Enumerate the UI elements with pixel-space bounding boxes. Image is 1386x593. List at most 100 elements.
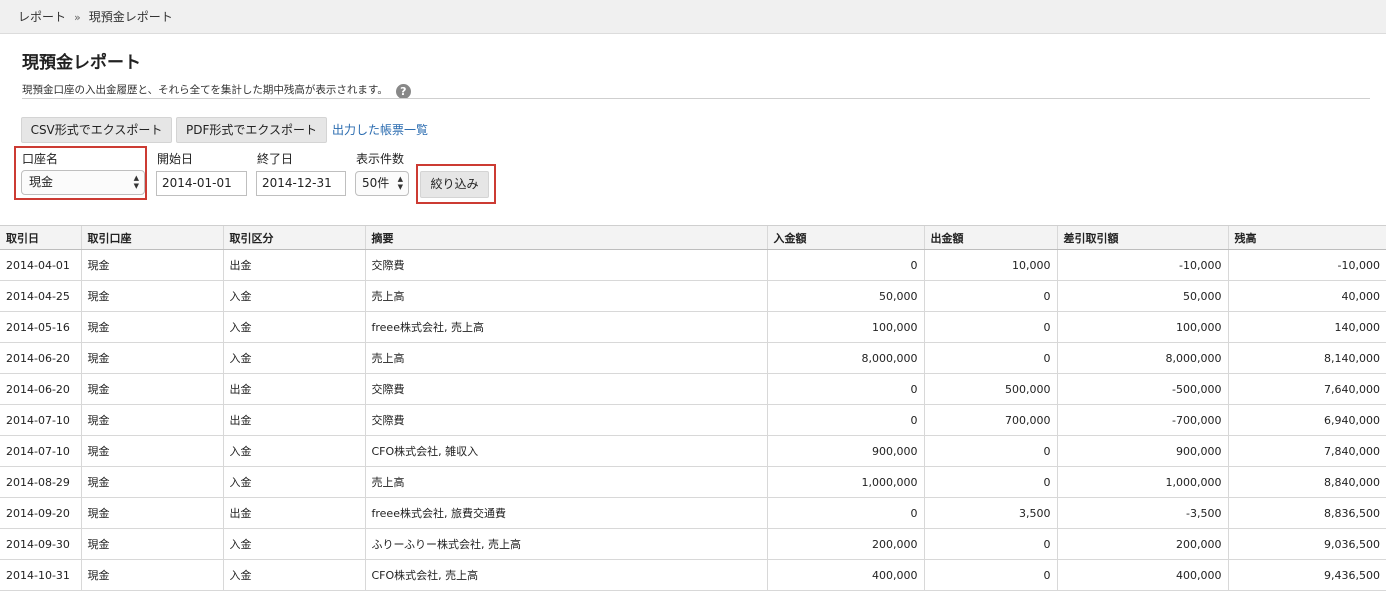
cash-report-table: 取引日 取引口座 取引区分 摘要 入金額 出金額 差引取引額 残高 2014-0… — [0, 225, 1386, 593]
cell-date: 2014-07-10 — [0, 404, 82, 436]
cell-type: 入金 — [223, 435, 366, 467]
cell-deposit: 1,000,000 — [767, 466, 925, 498]
cell-net: 50,000 — [1057, 280, 1229, 312]
cell-date: 2014-09-30 — [0, 528, 82, 560]
cell-withdrawal: 0 — [924, 559, 1058, 591]
cell-balance: 140,000 — [1228, 311, 1386, 343]
breadcrumb-root-link[interactable]: レポート — [18, 10, 66, 24]
cell-withdrawal: 700,000 — [924, 404, 1058, 436]
cell-memo: 売上高 — [365, 280, 768, 312]
table-row: 2014-04-01 現金 出金 交際費 0 10,000 -10,000 -1… — [0, 249, 1386, 281]
cell-withdrawal: 0 — [924, 311, 1058, 343]
cell-balance: 7,840,000 — [1228, 435, 1386, 467]
cell-balance: 9,436,500 — [1228, 559, 1386, 591]
cell-balance: 40,000 — [1228, 280, 1386, 312]
start-date-input[interactable]: 2014-01-01 — [156, 171, 247, 196]
page-description: 現預金口座の入出金履歴と、それら全てを集計した期中残高が表示されます。 ? — [22, 80, 411, 99]
table-row: 2014-09-20 現金 出金 freee株式会社, 旅費交通費 0 3,50… — [0, 497, 1386, 529]
column-header-memo[interactable]: 摘要 — [365, 226, 768, 250]
cell-net: 200,000 — [1057, 528, 1229, 560]
breadcrumb-separator: » — [74, 11, 81, 24]
cell-account: 現金 — [81, 559, 224, 591]
start-date-label: 開始日 — [157, 152, 194, 166]
csv-export-button[interactable]: CSV形式でエクスポート — [21, 117, 172, 143]
column-header-balance[interactable]: 残高 — [1228, 226, 1386, 250]
column-header-deposit[interactable]: 入金額 — [767, 226, 925, 250]
table-header-row: 取引日 取引口座 取引区分 摘要 入金額 出金額 差引取引額 残高 — [0, 226, 1386, 250]
cell-deposit: 900,000 — [767, 435, 925, 467]
cell-deposit: 200,000 — [767, 528, 925, 560]
table-row: 2014-07-10 現金 出金 交際費 0 700,000 -700,000 … — [0, 404, 1386, 436]
breadcrumb: レポート » 現預金レポート — [0, 0, 1386, 34]
cell-account: 現金 — [81, 373, 224, 405]
cell-type: 入金 — [223, 280, 366, 312]
cell-type: 入金 — [223, 559, 366, 591]
breadcrumb-current: 現預金レポート — [88, 10, 173, 24]
cell-account: 現金 — [81, 311, 224, 343]
cell-date: 2014-05-16 — [0, 311, 82, 343]
cell-balance: 8,836,500 — [1228, 497, 1386, 529]
cell-type: 入金 — [223, 342, 366, 374]
cell-memo: 交際費 — [365, 373, 768, 405]
cell-type: 入金 — [223, 466, 366, 498]
cell-date: 2014-04-25 — [0, 280, 82, 312]
cell-balance: 9,036,500 — [1228, 528, 1386, 560]
column-header-date[interactable]: 取引日 — [0, 226, 82, 250]
table-row: 2014-08-29 現金 入金 売上高 1,000,000 0 1,000,0… — [0, 466, 1386, 498]
cell-date: 2014-10-31 — [0, 559, 82, 591]
cell-account: 現金 — [81, 528, 224, 560]
page-description-text: 現預金口座の入出金履歴と、それら全てを集計した期中残高が表示されます。 — [22, 84, 388, 96]
cell-deposit: 0 — [767, 249, 925, 281]
help-icon[interactable]: ? — [395, 84, 411, 99]
end-date-input[interactable]: 2014-12-31 — [256, 171, 346, 196]
cell-memo: CFO株式会社, 雑収入 — [365, 435, 768, 467]
cell-date: 2014-06-20 — [0, 342, 82, 374]
page-size-label: 表示件数 — [356, 152, 405, 166]
cell-net: -3,500 — [1057, 497, 1229, 529]
cell-account: 現金 — [81, 342, 224, 374]
cell-account: 現金 — [81, 435, 224, 467]
column-header-withdrawal[interactable]: 出金額 — [924, 226, 1058, 250]
cell-deposit: 0 — [767, 404, 925, 436]
account-highlight-box — [14, 146, 147, 200]
page-size-select-value: 50件 — [362, 176, 390, 190]
apply-highlight-box — [416, 164, 496, 204]
cell-date: 2014-09-20 — [0, 497, 82, 529]
table-row: 2014-06-20 現金 入金 売上高 8,000,000 0 8,000,0… — [0, 342, 1386, 374]
cell-account: 現金 — [81, 280, 224, 312]
cell-type: 出金 — [223, 249, 366, 281]
cell-date: 2014-07-10 — [0, 435, 82, 467]
cell-withdrawal: 0 — [924, 466, 1058, 498]
page-title: 現預金レポート — [22, 53, 141, 73]
column-header-net[interactable]: 差引取引額 — [1057, 226, 1229, 250]
cell-memo: freee株式会社, 売上高 — [365, 311, 768, 343]
pdf-export-button[interactable]: PDF形式でエクスポート — [176, 117, 327, 143]
cell-deposit: 100,000 — [767, 311, 925, 343]
table-row: 2014-07-10 現金 入金 CFO株式会社, 雑収入 900,000 0 … — [0, 435, 1386, 467]
column-header-type[interactable]: 取引区分 — [223, 226, 366, 250]
cell-memo: freee株式会社, 旅費交通費 — [365, 497, 768, 529]
cell-withdrawal: 0 — [924, 342, 1058, 374]
cell-balance: 7,640,000 — [1228, 373, 1386, 405]
cell-balance: 8,140,000 — [1228, 342, 1386, 374]
cell-withdrawal: 500,000 — [924, 373, 1058, 405]
cell-date: 2014-08-29 — [0, 466, 82, 498]
cell-account: 現金 — [81, 466, 224, 498]
cell-memo: 売上高 — [365, 342, 768, 374]
cell-withdrawal: 10,000 — [924, 249, 1058, 281]
cell-type: 入金 — [223, 528, 366, 560]
report-list-link[interactable]: 出力した帳票一覧 — [332, 121, 428, 138]
cell-memo: CFO株式会社, 売上高 — [365, 559, 768, 591]
page-size-select[interactable]: 50件 ▲ ▼ — [355, 171, 409, 196]
cell-deposit: 8,000,000 — [767, 342, 925, 374]
cell-type: 出金 — [223, 373, 366, 405]
cell-memo: 交際費 — [365, 249, 768, 281]
table-row: 2014-10-31 現金 入金 CFO株式会社, 売上高 400,000 0 … — [0, 559, 1386, 591]
column-header-account[interactable]: 取引口座 — [81, 226, 224, 250]
table-row: 2014-06-20 現金 出金 交際費 0 500,000 -500,000 … — [0, 373, 1386, 405]
cell-net: 900,000 — [1057, 435, 1229, 467]
title-divider — [22, 98, 1370, 99]
cell-date: 2014-04-01 — [0, 249, 82, 281]
cell-net: 100,000 — [1057, 311, 1229, 343]
cell-withdrawal: 0 — [924, 528, 1058, 560]
